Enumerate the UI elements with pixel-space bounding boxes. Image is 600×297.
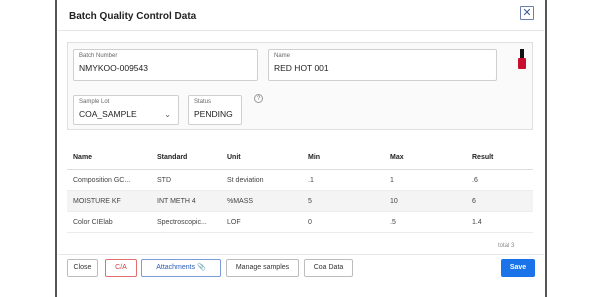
status-field: Status PENDING (188, 95, 242, 125)
batch-details-card: Batch Number NMYKOO-009543 Name RED HOT … (67, 42, 533, 130)
table-cell: 6 (466, 190, 533, 212)
table-cell: 1.4 (466, 211, 533, 233)
total-count: total 3 (498, 243, 515, 249)
footer-divider (58, 254, 544, 255)
table-cell: INT METH 4 (151, 190, 221, 212)
sample-lot-select[interactable]: Sample Lot COA_SAMPLE ⌄ (73, 95, 179, 125)
column-header[interactable]: Unit (221, 145, 302, 170)
coa-data-button[interactable]: Coa Data (304, 259, 353, 277)
manage-samples-button[interactable]: Manage samples (226, 259, 299, 277)
status-label: Status (194, 99, 212, 105)
coa-button[interactable]: C/A (105, 259, 137, 277)
table-row[interactable]: MOISTURE KF INT METH 4 %MASS 5 10 6 (67, 190, 533, 212)
paperclip-icon: 📎 (197, 264, 206, 271)
table-cell: 10 (384, 190, 466, 212)
table-cell: MOISTURE KF (67, 190, 151, 212)
table-cell: .1 (302, 169, 384, 191)
table-cell: Composition GC... (67, 169, 151, 191)
left-frame-border (55, 0, 57, 297)
status-value: PENDING (194, 109, 233, 119)
column-header[interactable]: Result (466, 145, 533, 170)
table-cell: .5 (384, 211, 466, 233)
nail-polish-bottle-icon (518, 49, 526, 69)
right-frame-border (545, 0, 547, 297)
batch-qc-dialog: Batch Quality Control Data ✕ Batch Numbe… (58, 0, 544, 297)
attachments-label: Attachments (156, 264, 196, 271)
help-icon[interactable]: ? (254, 94, 263, 103)
table-cell: Spectroscopic... (151, 211, 221, 233)
table-row[interactable]: Color CIElab Spectroscopic... LOF 0 .5 1… (67, 211, 533, 233)
table-cell: Color CIElab (67, 211, 151, 233)
dialog-title: Batch Quality Control Data (69, 11, 197, 22)
table-cell: 5 (302, 190, 384, 212)
qc-results-table: Name Standard Unit Min Max Result Compos… (67, 145, 533, 233)
table-header-row: Name Standard Unit Min Max Result (67, 145, 533, 170)
table-cell: 0 (302, 211, 384, 233)
name-field[interactable]: Name RED HOT 001 (268, 49, 497, 81)
column-header[interactable]: Name (67, 145, 151, 170)
save-button[interactable]: Save (501, 259, 535, 277)
sample-lot-label: Sample Lot (79, 99, 110, 105)
attachments-button[interactable]: Attachments 📎 (141, 259, 221, 277)
column-header[interactable]: Max (384, 145, 466, 170)
table-cell: LOF (221, 211, 302, 233)
close-button[interactable]: Close (67, 259, 98, 277)
table-cell: 1 (384, 169, 466, 191)
close-icon[interactable]: ✕ (520, 6, 534, 20)
table-cell: STD (151, 169, 221, 191)
name-value: RED HOT 001 (274, 63, 329, 73)
batch-number-field[interactable]: Batch Number NMYKOO-009543 (73, 49, 258, 81)
batch-number-label: Batch Number (79, 53, 118, 59)
table-row[interactable]: Composition GC... STD St deviation .1 1 … (67, 169, 533, 191)
table-cell: .6 (466, 169, 533, 191)
header-divider (58, 30, 544, 31)
name-label: Name (274, 53, 291, 59)
table-cell: St deviation (221, 169, 302, 191)
sample-lot-value: COA_SAMPLE (79, 109, 137, 119)
batch-number-value: NMYKOO-009543 (79, 63, 148, 73)
chevron-down-icon: ⌄ (164, 110, 171, 119)
column-header[interactable]: Standard (151, 145, 221, 170)
column-header[interactable]: Min (302, 145, 384, 170)
table-cell: %MASS (221, 190, 302, 212)
